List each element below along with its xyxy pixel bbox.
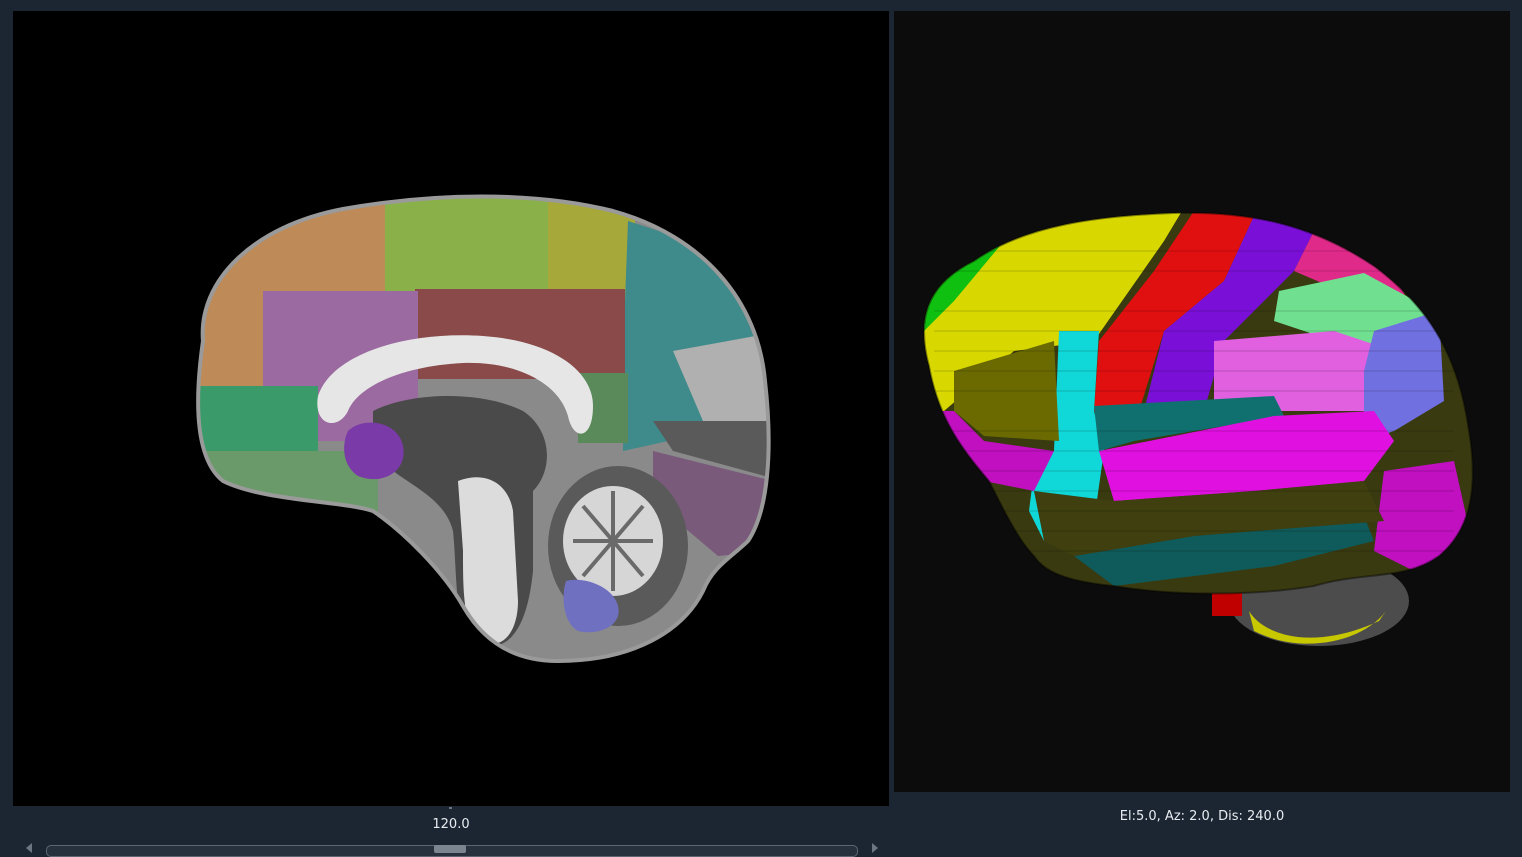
3d-render-viewport[interactable]	[894, 11, 1510, 792]
3d-brain-render	[923, 211, 1474, 646]
slice-position-label: 120.0	[432, 817, 470, 832]
slice-tick	[449, 807, 452, 809]
slider-left-arrow-icon[interactable]	[26, 843, 32, 853]
sagittal-slice-viewport[interactable]	[13, 11, 889, 806]
sagittal-brain-image	[196, 194, 771, 664]
camera-position-readout: El:5.0, Az: 2.0, Dis: 240.0	[1119, 809, 1285, 824]
slider-right-arrow-icon[interactable]	[872, 843, 878, 853]
slice-slider-handle[interactable]	[434, 845, 466, 853]
